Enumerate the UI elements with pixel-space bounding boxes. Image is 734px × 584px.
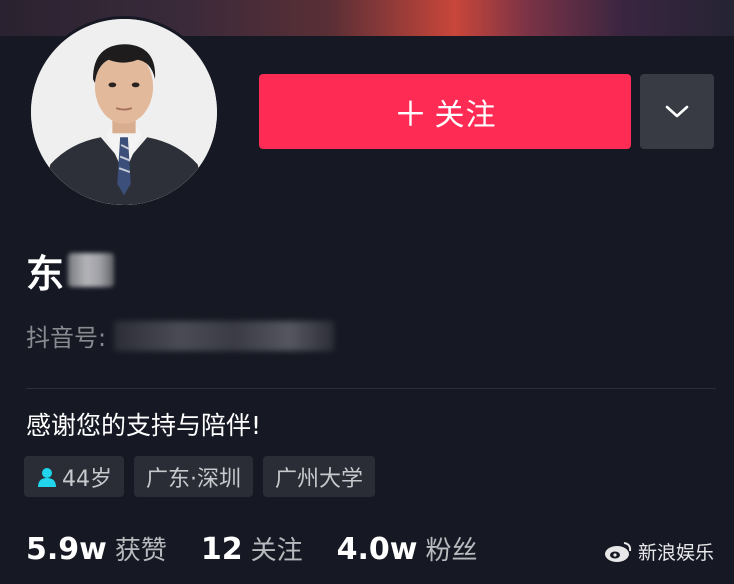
stat-following[interactable]: 12 关注 [201,530,303,567]
name-mosaic-redaction [68,253,115,287]
stat-followers-label: 粉丝 [425,536,478,566]
avatar-image [31,19,217,205]
plus-icon: ＋ [393,95,429,135]
tag-school: 广州大学 [263,456,376,497]
stat-following-value: 12 [200,532,243,567]
tag-location: 广东·深圳 [134,456,253,497]
watermark-text: 新浪娱乐 [638,542,715,564]
person-icon [36,466,58,488]
profile-name: 东 [26,251,65,296]
chevron-down-icon [665,105,689,117]
profile-bio: 感谢您的支持与陪伴! [26,411,262,440]
watermark: 新浪娱乐 [604,538,714,565]
stat-followers[interactable]: 4.0w 粉丝 [337,530,478,567]
tag-age: 44岁 [24,456,124,497]
tag-location-label: 广东·深圳 [146,466,241,492]
divider [26,388,716,389]
account-id-label: 抖音号: [26,324,107,352]
profile-name-row: 东 [26,246,115,296]
more-options-button[interactable] [640,74,714,149]
account-id-redaction [114,320,335,351]
stat-following-label: 关注 [250,536,303,566]
tag-age-label: 44岁 [62,466,112,492]
tag-school-label: 广州大学 [275,466,364,492]
stat-likes: 5.9w 获赞 [26,530,167,567]
profile-stats: 5.9w 获赞 12 关注 4.0w 粉丝 [26,530,512,567]
follow-button[interactable]: ＋ 关注 [259,74,631,149]
weibo-logo-icon [605,541,632,562]
avatar[interactable] [28,16,220,208]
follow-button-label: 关注 [434,97,497,133]
profile-tags: 44岁 广东·深圳 广州大学 [24,456,376,497]
stat-likes-value: 5.9w [26,532,107,567]
account-id-row: 抖音号: [26,318,335,353]
stat-likes-label: 获赞 [114,536,167,566]
stat-followers-value: 4.0w [336,532,418,567]
